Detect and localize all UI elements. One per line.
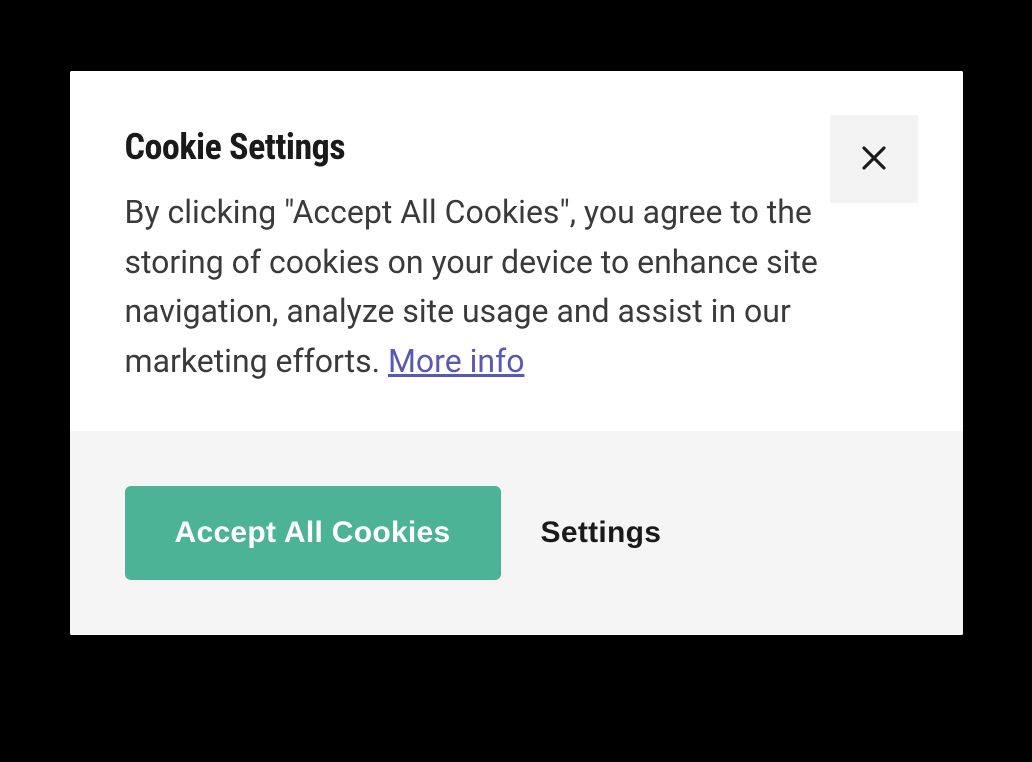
cookie-settings-modal: Cookie Settings By clicking "Accept All …: [70, 71, 963, 635]
modal-description: By clicking "Accept All Cookies", you ag…: [125, 188, 908, 386]
settings-button[interactable]: Settings: [541, 516, 662, 550]
modal-title: Cookie Settings: [125, 126, 908, 168]
more-info-link[interactable]: More info: [388, 342, 524, 380]
close-icon: [859, 143, 889, 176]
modal-footer: Accept All Cookies Settings: [70, 431, 963, 635]
modal-body: Cookie Settings By clicking "Accept All …: [70, 71, 963, 431]
accept-all-cookies-button[interactable]: Accept All Cookies: [125, 486, 501, 580]
close-button[interactable]: [830, 115, 918, 203]
